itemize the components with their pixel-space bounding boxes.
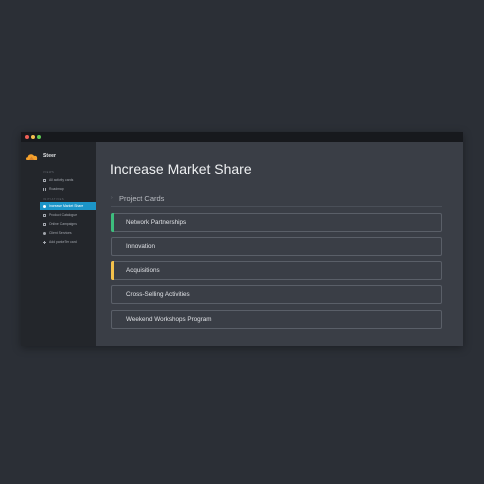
sidebar-item-label: Product Catalogue (49, 213, 78, 217)
card-accent (111, 213, 114, 232)
sidebar-item-all-activity-cards[interactable]: All activity cards (40, 176, 96, 184)
title-bar (21, 132, 463, 142)
sidebar-item-label: Roadmap (49, 187, 64, 191)
sidebar-item-roadmap[interactable]: Roadmap (40, 185, 96, 193)
sidebar: Steer VIEWS All activity cards Roadmap I… (21, 142, 96, 346)
divider (111, 206, 442, 207)
card-accent (111, 261, 114, 280)
section-label-views: VIEWS (43, 171, 55, 174)
card-label: Network Partnerships (126, 219, 187, 226)
card-label: Innovation (126, 243, 156, 250)
page-title: Increase Market Share (110, 161, 252, 177)
plus-icon (43, 240, 46, 244)
project-cards-header[interactable]: › Project Cards (111, 194, 164, 203)
card-label: Weekend Workshops Program (126, 316, 212, 323)
brand[interactable]: Steer (26, 151, 56, 161)
close-window-button[interactable] (25, 135, 29, 139)
card-label: Acquisitions (126, 267, 160, 274)
grid-icon (43, 178, 46, 182)
sidebar-item-increase-market-share[interactable]: Increase Market Share (40, 202, 96, 210)
sidebar-item-label: Add parkeTer card (49, 240, 77, 244)
campaign-icon (43, 222, 46, 226)
maximize-window-button[interactable] (37, 135, 41, 139)
project-card-cross-selling[interactable]: Cross-Selling Activities (111, 285, 442, 304)
main-content: Increase Market Share › Project Cards Ne… (96, 142, 463, 346)
cloud-logo-icon (26, 153, 38, 160)
card-label: Cross-Selling Activities (126, 291, 190, 298)
catalogue-icon (43, 213, 46, 217)
sidebar-item-label: Increase Market Share (49, 204, 84, 208)
minimize-window-button[interactable] (31, 135, 35, 139)
sidebar-item-label: All activity cards (49, 178, 74, 182)
sidebar-item-product-catalogue[interactable]: Product Catalogue (40, 211, 96, 219)
project-card-network-partnerships[interactable]: Network Partnerships (111, 213, 442, 232)
brand-name: Steer (43, 153, 57, 159)
sidebar-item-online-campaigns[interactable]: Online Campaigns (40, 220, 96, 228)
sidebar-item-label: Online Campaigns (49, 222, 77, 226)
project-card-innovation[interactable]: Innovation (111, 237, 442, 256)
section-label: Project Cards (119, 194, 165, 203)
sidebar-item-client-services[interactable]: Client Services (40, 229, 96, 237)
project-card-acquisitions[interactable]: Acquisitions (111, 261, 442, 280)
sidebar-item-add-card[interactable]: Add parkeTer card (40, 238, 96, 246)
section-label-initiatives: INITIATIVES (43, 198, 65, 201)
columns-icon (43, 187, 46, 191)
services-icon (43, 231, 46, 235)
app-window: Steer VIEWS All activity cards Roadmap I… (21, 132, 463, 346)
chevron-right-icon: › (111, 195, 113, 201)
sidebar-item-label: Client Services (49, 231, 72, 235)
initiative-icon (43, 204, 46, 208)
project-card-weekend-workshops[interactable]: Weekend Workshops Program (111, 310, 442, 329)
